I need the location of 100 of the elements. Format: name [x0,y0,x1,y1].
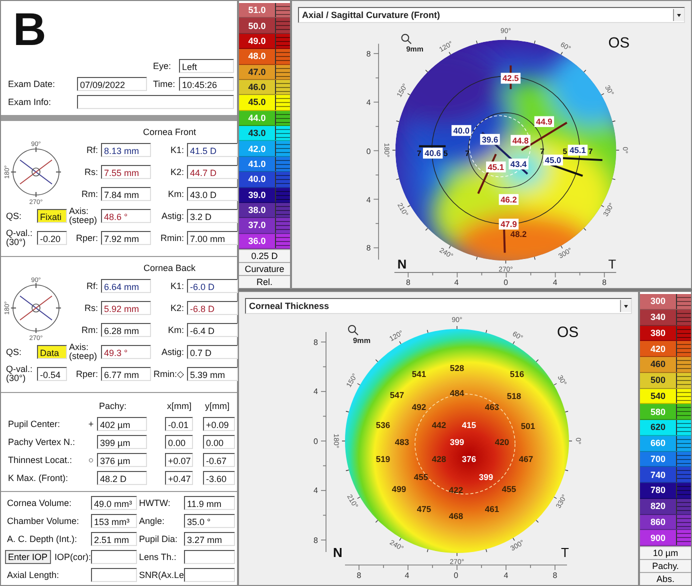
nasal-label: N [397,256,407,272]
value-field: 8.13 mm [101,143,151,157]
axis-tick-label: 8 [356,571,362,580]
scale-step: 37.0 [239,218,290,234]
scale-step: 460 [640,357,691,373]
thickness-value: 519 [376,454,390,464]
value-field: -0.01 [165,417,193,431]
enter-iop-button[interactable]: Enter IOP [5,550,51,564]
field-label: QS: [5,212,23,220]
axis-tick-label: 8 [552,571,558,580]
thickness-value: 442 [432,420,446,430]
value-field: 5.92 mm [101,301,151,315]
column-header: Pachy: [98,402,128,410]
curvature-value: 45.1 [486,161,506,172]
status-badge: Data [37,345,67,359]
thickness-value: 467 [518,454,534,464]
value-field: 153 mm³ [91,514,137,528]
axis-tick-label: 0 [454,571,458,580]
field-label: Q-val.: (30°) [5,229,34,247]
scale-step: 900 [640,530,691,546]
scale-step: 38.0 [239,202,290,218]
value-field: 48.2 D [97,471,147,485]
input-field[interactable] [184,568,235,582]
value-field: 6.28 mm [101,323,151,337]
field-label: Rs: [84,304,99,312]
curvature-value: 44.8 [510,134,530,146]
nasal-label: N [333,545,342,560]
value-field: 6.64 mm [101,279,151,293]
axis-tick-label: 8 [366,49,371,58]
thickness-value: 499 [392,484,406,494]
value-field: 7.92 mm [101,231,151,245]
field-label: K2: [169,168,185,176]
input-field[interactable] [184,550,235,564]
field-label: HWTW: [138,498,172,508]
input-field[interactable]: 10:45:26 [179,77,234,91]
value-field: 2.51 mm [91,532,137,546]
field-label: K2: [169,304,185,312]
scale-step: 50.0 [239,18,290,34]
axis-tick-label: 4 [314,486,318,495]
scale-step: 700 [640,452,691,468]
axis-tick-label: 4 [454,278,459,288]
value-field: 0.00 [203,435,235,449]
caret-icon [673,8,684,21]
row-label: K Max. (Front): [7,474,70,482]
input-field[interactable] [77,95,234,109]
field-label: Rf: [85,282,99,290]
map-type-dropdown[interactable]: Axial / Sagittal Curvature (Front) [298,7,685,23]
value-field: 6.77 mm [101,367,151,381]
scale-step: 780 [640,483,691,499]
scale-step: 51.0 [239,3,290,18]
ring-label: 5 [443,149,448,158]
scale-step: 46.0 [239,80,290,96]
scale-step: 300 [640,294,691,310]
scale-step: 42.0 [239,141,290,157]
thickness-value: 484 [450,388,464,398]
axis-tick-label: 4 [504,571,508,580]
thickness-value: 501 [520,421,536,431]
value-field: +0.47 [165,471,193,485]
field-label: Exam Date: [7,80,56,88]
value-field: 49.3 ° [101,345,151,359]
field-label: Rper: [74,234,99,242]
scale-step: 580 [640,404,691,420]
scale-caption: Curvature [239,262,290,275]
thickness-value: 376 [462,454,476,464]
field-label: Exam Info: [7,98,52,106]
scale-step: 47.0 [239,64,290,80]
value-field: 49.0 mm³ [91,496,137,510]
field-label: Astig: [160,212,185,220]
axis-tick-label: 8 [602,278,607,288]
scale-step: 340 [640,310,691,326]
map-type-dropdown[interactable]: Corneal Thickness [245,298,632,314]
thickness-value: 399 [478,472,494,482]
scale-step: 860 [640,514,691,530]
input-field[interactable] [91,568,137,582]
value-field: 399 µm [97,435,147,449]
scale-step: 820 [640,498,691,514]
value-field: 43.0 D [187,187,238,201]
field-label: Pupil Dia: [138,534,179,544]
scale-caption: 0.25 D [239,249,290,262]
scale-caption: Abs. [640,572,691,585]
thickness-value: 415 [462,420,476,430]
ring-label: 5 [562,147,568,156]
value-field: 7.00 mm [187,231,238,245]
field-label: Rm: [80,190,99,198]
thickness-value: 475 [416,504,432,514]
field-label: Axial Length: [6,570,60,580]
input-field[interactable]: Left [179,59,234,73]
input-field[interactable] [91,550,137,564]
column-header: x[mm] [166,402,192,410]
value-field: -6.4 D [187,323,238,337]
input-field[interactable]: 07/09/2022 [77,77,147,91]
field-label: Rm: [80,326,99,334]
field-label: QS: [5,348,23,356]
scale-step: 420 [640,341,691,357]
field-label: Rmin:◇ [152,370,185,378]
scale-step: 40.0 [239,172,290,188]
thickness-value: 455 [414,472,428,482]
thickness-value: 399 [450,437,464,447]
curvature-value: 39.6 [480,134,500,145]
scale-step: 39.0 [239,188,290,203]
